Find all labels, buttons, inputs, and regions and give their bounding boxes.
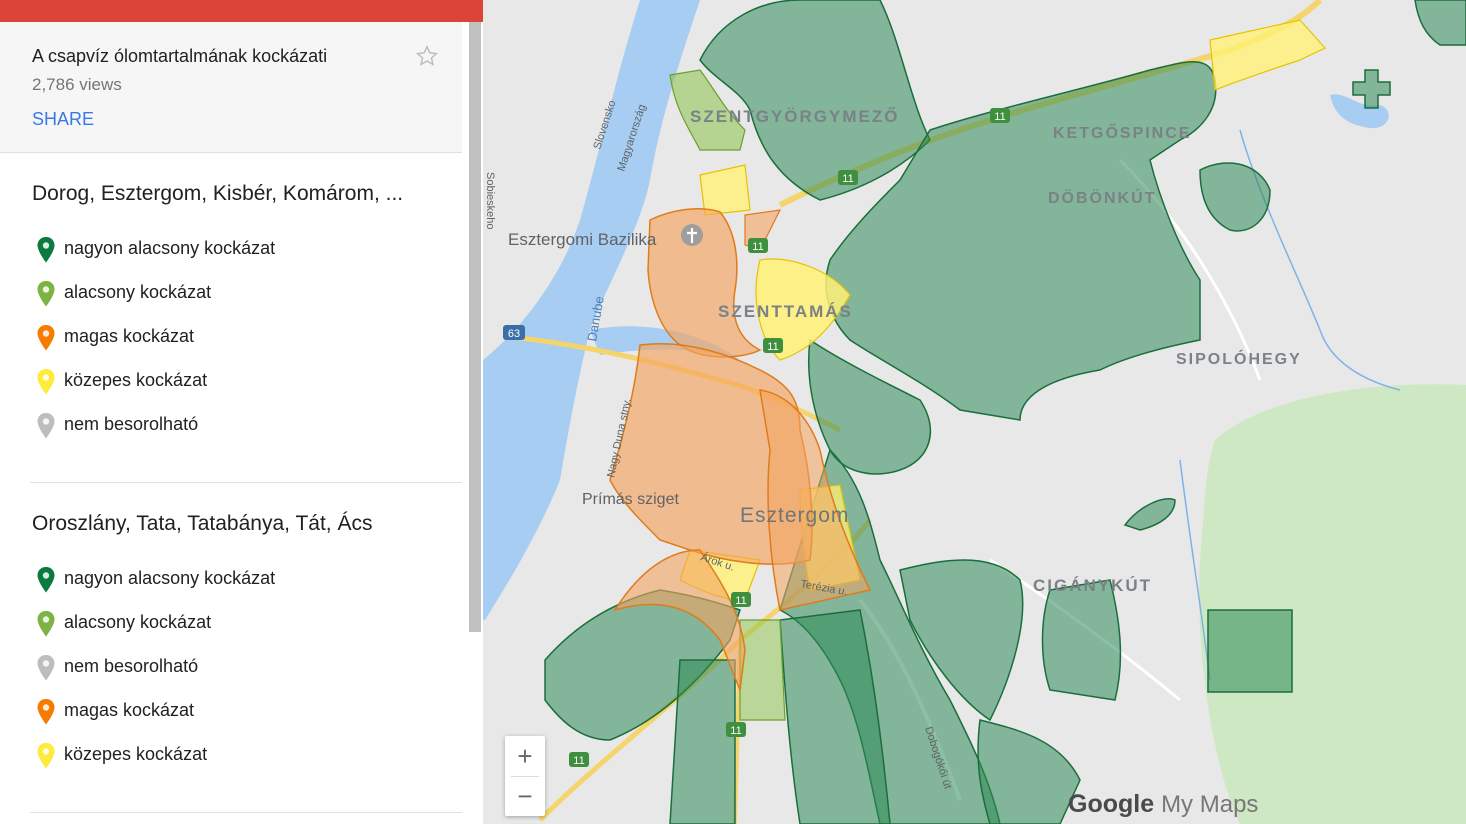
- church-icon: [681, 224, 703, 246]
- island-label: Prímás sziget: [582, 491, 679, 508]
- legend-item[interactable]: nagyon alacsony kockázat: [32, 564, 432, 594]
- road-shield-label: 11: [735, 595, 746, 607]
- park-area: [1199, 384, 1466, 824]
- zone-very-low-risk: [1207, 609, 1293, 693]
- street-label: Sobieskeho: [484, 172, 496, 230]
- star-icon[interactable]: [414, 43, 440, 69]
- zoom-out-button[interactable]: −: [505, 776, 545, 816]
- map-label: SZENTGYÖRGYMEZŐ: [690, 107, 899, 126]
- map-pin-icon: [37, 611, 55, 637]
- road-shield-label: 11: [767, 341, 778, 353]
- map-pin-icon: [37, 699, 55, 725]
- map-pin-icon: [37, 567, 55, 593]
- legend-label: alacsony kockázat: [64, 282, 212, 302]
- legend-label: nem besorolható: [64, 656, 199, 676]
- legend-item[interactable]: közepes kockázat: [32, 740, 432, 770]
- map-label: SIPOLÓHEGY: [1176, 349, 1302, 368]
- map-pin-icon: [37, 369, 55, 395]
- divider: [30, 812, 462, 813]
- legend-item[interactable]: közepes kockázat: [32, 366, 432, 396]
- map-label: KETGŐSPINCE: [1053, 123, 1191, 142]
- map-label: DÖBÖNKÚT: [1048, 188, 1156, 207]
- zoom-control: + −: [505, 736, 545, 816]
- road-shield-label: 11: [573, 755, 584, 767]
- zoom-in-button[interactable]: +: [505, 736, 545, 776]
- google-my-maps-logo: Google My Maps: [1068, 790, 1258, 819]
- layer-title[interactable]: Dorog, Esztergom, Kisbér, Komárom, ...: [32, 182, 403, 206]
- legend-label: közepes kockázat: [64, 744, 208, 764]
- road-shield-label: 11: [730, 725, 741, 737]
- map-pin-icon: [37, 281, 55, 307]
- map-header: A csapvíz ólomtartalmának kockázati 2,78…: [0, 22, 462, 153]
- my-maps-logo-text: My Maps: [1161, 791, 1259, 818]
- sidebar-scrollbar[interactable]: [469, 22, 481, 632]
- legend-label: magas kockázat: [64, 700, 195, 720]
- google-logo-text: Google: [1068, 790, 1155, 818]
- share-button[interactable]: SHARE: [32, 109, 94, 130]
- legend-item[interactable]: magas kockázat: [32, 696, 432, 726]
- legend-item[interactable]: nagyon alacsony kockázat: [32, 234, 432, 264]
- legend-label: alacsony kockázat: [64, 612, 212, 632]
- road-shield-label: 11: [842, 173, 853, 185]
- map-canvas[interactable]: 63 11 11 11 11 11 11 11 SZENTGYÖRGYMEZŐ …: [483, 0, 1466, 824]
- map-label: CIGÁNYKÚT: [1033, 576, 1152, 595]
- legend-label: magas kockázat: [64, 326, 195, 346]
- map-pin-icon: [37, 325, 55, 351]
- road-shield-label: 63: [508, 328, 520, 340]
- zone-very-low-risk: [669, 659, 736, 824]
- legend-item[interactable]: nem besorolható: [32, 410, 432, 440]
- legend-label: nem besorolható: [64, 414, 199, 434]
- map-label: SZENTTAMÁS: [718, 302, 853, 321]
- legend-item[interactable]: alacsony kockázat: [32, 278, 432, 308]
- view-count: 2,786 views: [32, 75, 122, 94]
- landmark-label: Esztergomi Bazilika: [508, 230, 657, 249]
- layer-title[interactable]: Oroszlány, Tata, Tatabánya, Tát, Ács: [32, 512, 372, 536]
- top-color-bar: [0, 0, 483, 22]
- legend-item[interactable]: nem besorolható: [32, 652, 432, 682]
- legend-item[interactable]: magas kockázat: [32, 322, 432, 352]
- map-pin-icon: [37, 237, 55, 263]
- divider: [30, 482, 462, 483]
- map-pin-icon: [37, 413, 55, 439]
- road-shield-label: 11: [752, 241, 763, 253]
- zone-very-low-risk: [1041, 579, 1122, 701]
- city-label: Esztergom: [740, 504, 849, 527]
- legend-label: nagyon alacsony kockázat: [64, 568, 276, 588]
- zone-low-risk: [739, 619, 786, 721]
- legend-label: közepes kockázat: [64, 370, 208, 390]
- legend-label: nagyon alacsony kockázat: [64, 238, 276, 258]
- map-pin-icon: [37, 743, 55, 769]
- map-title: A csapvíz ólomtartalmának kockázati: [32, 46, 328, 66]
- road-shield-label: 11: [994, 111, 1005, 123]
- sidebar: A csapvíz ólomtartalmának kockázati 2,78…: [0, 0, 483, 824]
- legend-item[interactable]: alacsony kockázat: [32, 608, 432, 638]
- map-pin-icon: [37, 655, 55, 681]
